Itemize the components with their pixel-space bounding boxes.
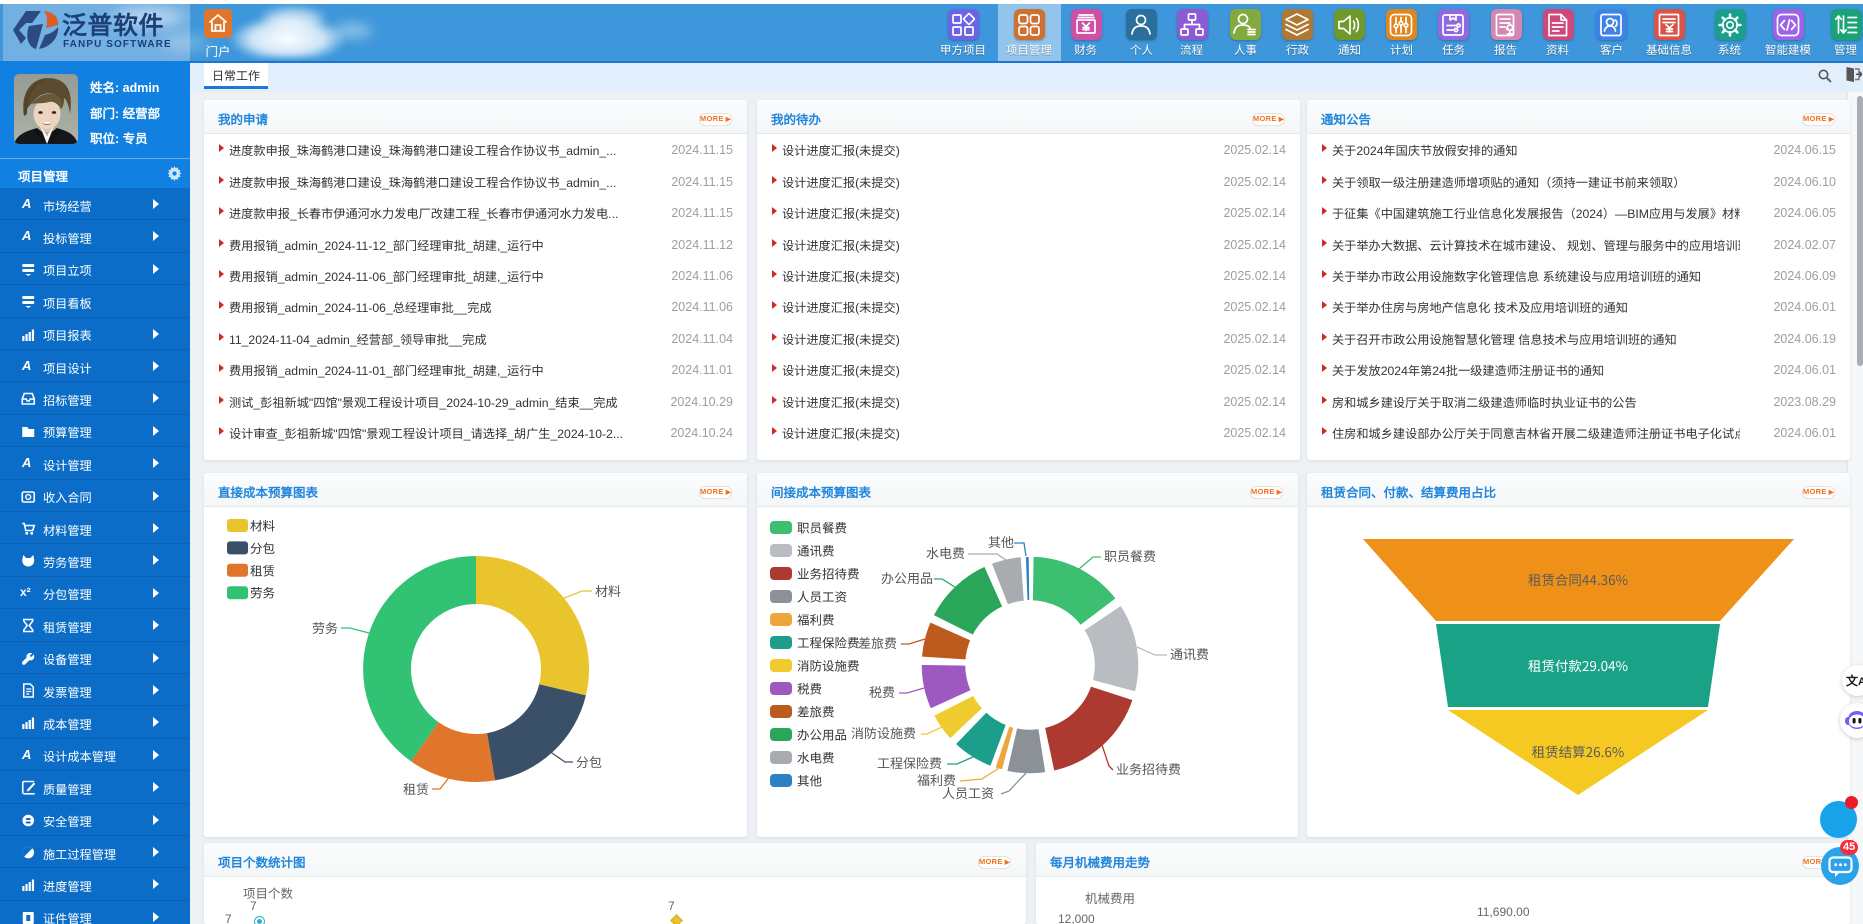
svg-text:材料: 材料 — [595, 581, 621, 600]
svg-text:分包: 分包 — [576, 752, 602, 771]
svg-text:租赁付款29.04%: 租赁付款29.04% — [1528, 655, 1628, 675]
svg-text:通讯费: 通讯费 — [1170, 644, 1209, 663]
svg-text:业务招待费: 业务招待费 — [797, 564, 860, 583]
svg-text:职员餐费: 职员餐费 — [797, 518, 847, 537]
svg-text:工程保险费: 工程保险费 — [797, 633, 860, 652]
svg-text:其他: 其他 — [797, 771, 823, 790]
svg-text:差旅费: 差旅费 — [797, 702, 835, 721]
svg-text:差旅费: 差旅费 — [858, 633, 897, 652]
svg-text:通讯费: 通讯费 — [797, 541, 835, 560]
svg-text:业务招待费: 业务招待费 — [1116, 759, 1181, 778]
svg-text:劳务: 劳务 — [312, 618, 338, 637]
svg-text:福利费: 福利费 — [917, 770, 956, 789]
svg-text:租赁合同44.36%: 租赁合同44.36% — [1528, 569, 1628, 589]
svg-text:租赁: 租赁 — [403, 779, 429, 798]
svg-text:租赁: 租赁 — [250, 560, 275, 579]
svg-text:人员工资: 人员工资 — [797, 587, 847, 606]
svg-text:职员餐费: 职员餐费 — [1104, 546, 1156, 565]
svg-text:福利费: 福利费 — [797, 610, 835, 629]
svg-text:消防设施费: 消防设施费 — [851, 723, 916, 742]
svg-text:水电费: 水电费 — [797, 748, 835, 767]
svg-text:办公用品: 办公用品 — [797, 725, 847, 744]
svg-text:租赁结算26.6%: 租赁结算26.6% — [1532, 741, 1625, 761]
svg-text:劳务: 劳务 — [250, 583, 275, 602]
svg-text:税费: 税费 — [869, 682, 895, 701]
svg-text:办公用品: 办公用品 — [881, 568, 933, 587]
svg-text:税费: 税费 — [797, 679, 822, 698]
svg-text:其他: 其他 — [988, 532, 1014, 551]
svg-text:消防设施费: 消防设施费 — [797, 656, 860, 675]
svg-text:材料: 材料 — [250, 516, 276, 535]
svg-text:水电费: 水电费 — [926, 543, 965, 562]
svg-text:分包: 分包 — [250, 538, 275, 557]
svg-text:工程保险费: 工程保险费 — [877, 753, 942, 772]
